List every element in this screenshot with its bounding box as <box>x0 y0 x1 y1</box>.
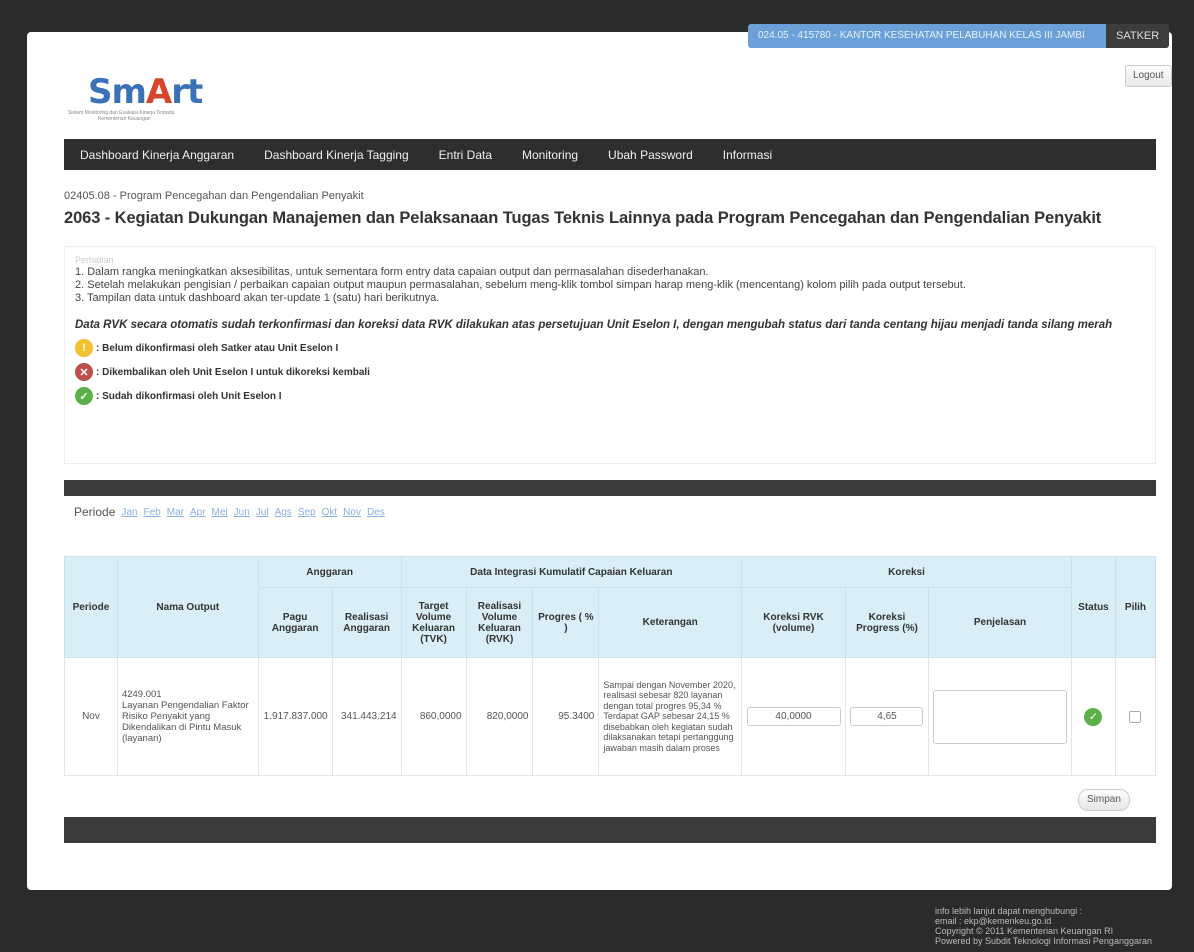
legend-label: : Belum dikonfirmasi oleh Satker atau Un… <box>96 342 339 354</box>
main-navbar: Dashboard Kinerja Anggaran Dashboard Kin… <box>64 139 1156 170</box>
notes-item: 3. Tampilan data untuk dashboard akan te… <box>75 292 440 304</box>
cell-penjelasan <box>927 657 1072 776</box>
nav-informasi[interactable]: Informasi <box>723 148 772 162</box>
cell-progres: 95.3400 <box>532 657 600 776</box>
col-pilih: Pilih <box>1114 556 1157 658</box>
month-link-feb[interactable]: Feb <box>144 507 161 519</box>
cell-keterangan: Sampai dengan November 2020, realisasi s… <box>598 657 743 776</box>
notes-item: 1. Dalam rangka meningkatkan aksesibilit… <box>75 266 709 278</box>
notes-heading: Perhatian <box>75 255 114 265</box>
month-link-okt[interactable]: Okt <box>322 507 338 519</box>
footer-copyright: Copyright © 2011 Kementerian Keuangan RI <box>935 926 1114 936</box>
cell-koreksi-progress: 4,65 <box>845 657 929 776</box>
nav-ubah-password[interactable]: Ubah Password <box>608 148 693 162</box>
col-progres: Progres ( % ) <box>532 587 600 658</box>
logout-button[interactable]: Logout <box>1125 65 1172 87</box>
satker-name: 024.05 - 415780 - KANTOR KESEHATAN PELAB… <box>748 24 1106 48</box>
col-tvk: Target Volume Keluaran (TVK) <box>400 587 467 658</box>
koreksi-progress-input[interactable]: 4,65 <box>850 707 924 726</box>
col-keterangan: Keterangan <box>598 587 743 658</box>
footer-powered: Powered by Subdit Teknologi Informasi Pe… <box>935 936 1152 946</box>
page-title: 2063 - Kegiatan Dukungan Manajemen dan P… <box>64 209 1102 227</box>
month-link-jun[interactable]: Jun <box>234 507 250 519</box>
output-unit: (layanan) <box>121 733 162 744</box>
table-row: Nov 4249.001 Layanan Pengendalian Faktor… <box>64 657 1157 776</box>
footer: info lebih lanjut dapat menghubungi : em… <box>935 906 1152 946</box>
logo-a: A <box>145 72 172 112</box>
output-code: 4249.001 <box>121 689 162 700</box>
month-link-des[interactable]: Des <box>367 507 385 519</box>
month-link-ags[interactable]: Ags <box>275 507 292 519</box>
output-table: Periode Nama Output Anggaran Data Integr… <box>64 556 1157 776</box>
footer-line: info lebih lanjut dapat menghubungi : <box>935 906 1083 916</box>
satker-button[interactable]: SATKER <box>1106 24 1170 48</box>
month-link-mar[interactable]: Mar <box>167 507 184 519</box>
check-icon: ✓ <box>75 387 93 405</box>
month-link-jul[interactable]: Jul <box>256 507 269 519</box>
output-name: Layanan Pengendalian Faktor Risiko Penya… <box>121 700 249 733</box>
legend-row-check: ✓ : Sudah dikonfirmasi oleh Unit Eselon … <box>75 387 1145 405</box>
nav-entri-data[interactable]: Entri Data <box>439 148 492 162</box>
footer-email: email : ekp@kemenkeu.go.id <box>935 916 1052 926</box>
col-rvk: Realisasi Volume Keluaran (RVK) <box>465 587 534 658</box>
penjelasan-textarea[interactable] <box>932 689 1067 744</box>
col-penjelasan: Penjelasan <box>927 587 1072 658</box>
nav-dashboard-kinerja-anggaran[interactable]: Dashboard Kinerja Anggaran <box>80 148 234 162</box>
periode-selector: Periode Jan Feb Mar Apr Mei Jun Jul Ags … <box>74 505 385 519</box>
group-koreksi: Koreksi <box>741 556 1072 588</box>
cell-rvk: 820,0000 <box>465 657 534 776</box>
month-link-mei[interactable]: Mei <box>212 507 228 519</box>
group-anggaran: Anggaran <box>257 556 402 588</box>
col-realisasi: Realisasi Anggaran <box>331 587 402 658</box>
legend-label: : Sudah dikonfirmasi oleh Unit Eselon I <box>96 390 282 402</box>
save-button[interactable]: Simpan <box>1078 789 1130 811</box>
col-pagu: Pagu Anggaran <box>257 587 333 658</box>
logo-rt: rt <box>171 72 203 112</box>
notes-emphasis: Data RVK secara otomatis sudah terkonfir… <box>75 319 1113 331</box>
month-link-jan[interactable]: Jan <box>121 507 137 519</box>
section-divider <box>64 480 1156 496</box>
month-link-apr[interactable]: Apr <box>190 507 206 519</box>
cross-icon: ✕ <box>75 363 93 381</box>
satker-bar: 024.05 - 415780 - KANTOR KESEHATAN PELAB… <box>748 24 1170 48</box>
legend-label: : Dikembalikan oleh Unit Eselon I untuk … <box>96 366 370 378</box>
cell-pagu: 1.917.837.000 <box>257 657 333 776</box>
logo-sm: Sm <box>88 72 147 112</box>
warning-icon: ! <box>75 339 93 357</box>
col-nama-output: Nama Output <box>116 556 259 658</box>
bottom-divider <box>64 817 1156 843</box>
nav-monitoring[interactable]: Monitoring <box>522 148 578 162</box>
check-icon[interactable]: ✓ <box>1084 707 1103 726</box>
pilih-checkbox[interactable] <box>1129 710 1142 723</box>
program-line: 02405.08 - Program Pencegahan dan Pengen… <box>64 190 364 202</box>
cell-status: ✓ <box>1070 657 1116 776</box>
month-link-sep[interactable]: Sep <box>298 507 316 519</box>
notes-item: 2. Setelah melakukan pengisian / perbaik… <box>75 279 966 291</box>
cell-tvk: 860,0000 <box>400 657 467 776</box>
col-status: Status <box>1070 556 1116 658</box>
legend-row-warning: ! : Belum dikonfirmasi oleh Satker atau … <box>75 339 1145 357</box>
cell-koreksi-rvk: 40,0000 <box>741 657 846 776</box>
koreksi-rvk-input[interactable]: 40,0000 <box>746 707 841 726</box>
periode-label: Periode <box>74 505 116 519</box>
cell-periode: Nov <box>64 657 118 776</box>
cell-nama-output: 4249.001 Layanan Pengendalian Faktor Ris… <box>116 657 259 776</box>
nav-dashboard-kinerja-tagging[interactable]: Dashboard Kinerja Tagging <box>264 148 409 162</box>
group-data-integrasi: Data Integrasi Kumulatif Capaian Keluara… <box>400 556 743 588</box>
cell-realisasi: 341.443.214 <box>331 657 402 776</box>
cell-pilih <box>1114 657 1157 776</box>
col-koreksi-progress: Koreksi Progress (%) <box>845 587 929 658</box>
legend-row-cross: ✕ : Dikembalikan oleh Unit Eselon I untu… <box>75 363 1145 381</box>
col-koreksi-rvk: Koreksi RVK (volume) <box>741 587 846 658</box>
col-periode: Periode <box>64 556 118 658</box>
month-link-nov[interactable]: Nov <box>343 507 361 519</box>
smart-logo[interactable]: SmArt Sistem Monitoring dan Evaluasi Kin… <box>68 72 258 124</box>
notes-panel: Perhatian 1. Dalam rangka meningkatkan a… <box>64 246 1156 464</box>
logo-tagline-2: Kementerian Keuangan <box>98 116 151 122</box>
